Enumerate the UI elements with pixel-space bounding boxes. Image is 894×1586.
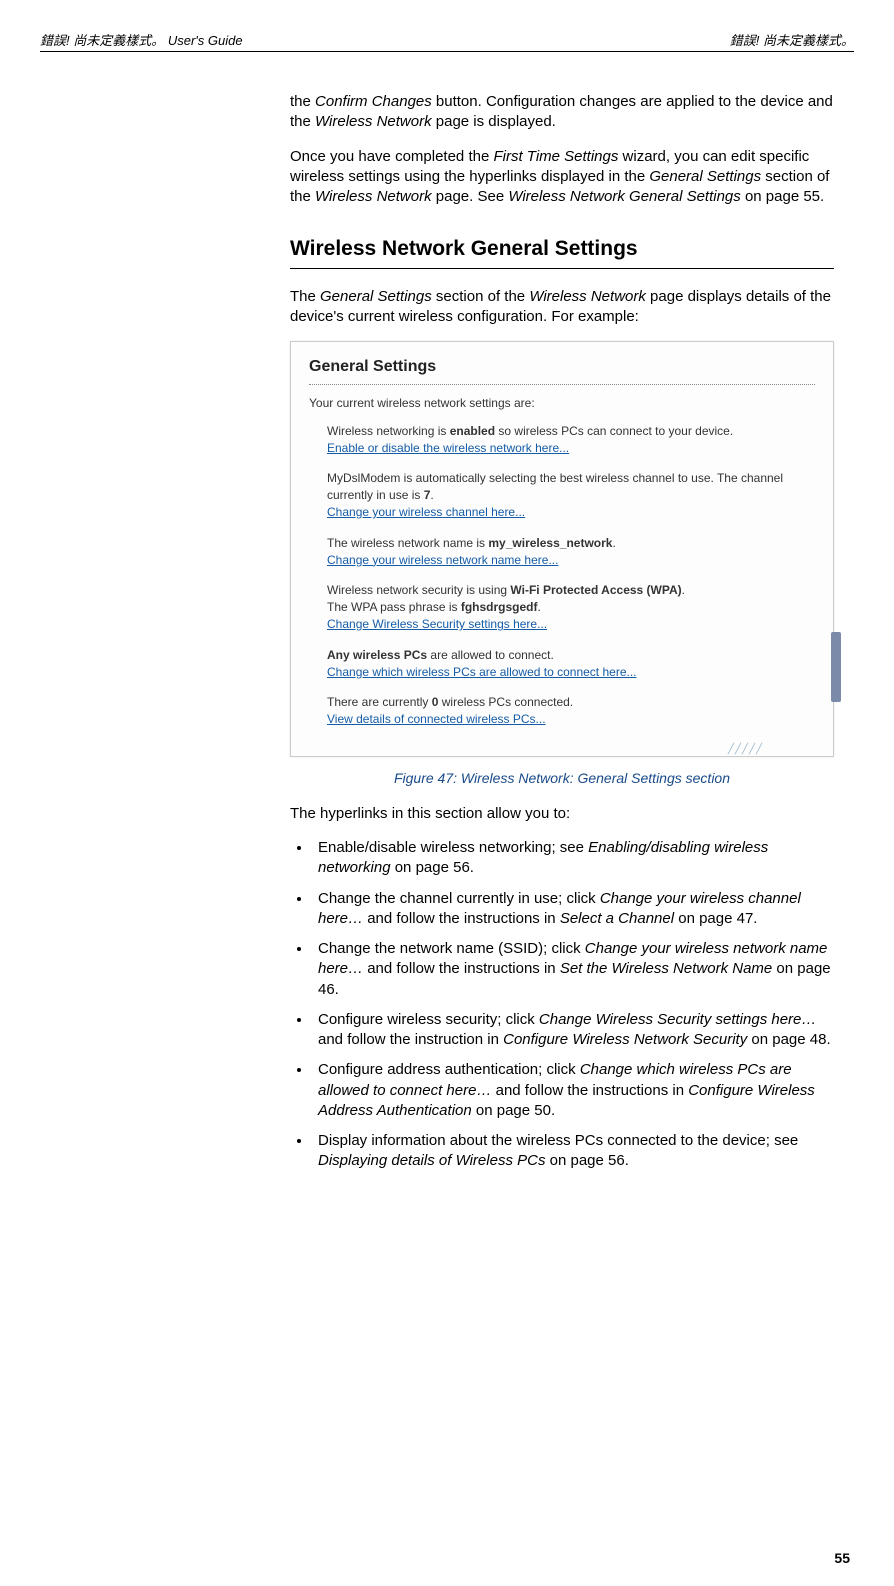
list-item: Display information about the wireless P… [312, 1131, 834, 1172]
text: The wireless network name is [327, 536, 488, 550]
passphrase-value: fghsdrgsgedf [461, 600, 538, 614]
figure-intro-text: Your current wireless network settings a… [309, 395, 815, 411]
section-title: Wireless Network General Settings [290, 235, 834, 268]
bullet-term: Displaying details of Wireless PCs [318, 1152, 545, 1169]
text: page is displayed. [432, 113, 556, 130]
figure-decoration: ╱╱╱╱╱ [728, 743, 763, 757]
header-right: 錯誤! 尚未定義樣式。 [730, 30, 854, 49]
confirm-changes-term: Confirm Changes [315, 93, 432, 110]
text: . [538, 600, 541, 614]
wireless-network-general-settings-term: Wireless Network General Settings [508, 188, 740, 205]
text: and follow the instructions in [363, 960, 560, 977]
text: Enable/disable wireless networking; see [318, 839, 588, 856]
figure-title: General Settings [309, 356, 815, 385]
figure-caption: Figure 47: Wireless Network: General Set… [290, 769, 834, 788]
text: page. See [432, 188, 509, 205]
general-settings-figure: General Settings Your current wireless n… [290, 341, 834, 757]
figure-block-network-name: The wireless network name is my_wireless… [327, 535, 815, 569]
wireless-network-term: Wireless Network [315, 188, 432, 205]
text: The WPA pass phrase is [327, 600, 461, 614]
text: There are currently [327, 695, 432, 709]
text: . [612, 536, 615, 550]
text: on page 47. [674, 910, 757, 927]
text: . [430, 488, 433, 502]
bullet-term: Select a Channel [560, 910, 674, 927]
page: 錯誤! 尚未定義樣式。 User's Guide 錯誤! 尚未定義樣式。 the… [0, 0, 894, 1586]
text: are allowed to connect. [427, 648, 554, 662]
figure-block-connected-pcs: There are currently 0 wireless PCs conne… [327, 694, 815, 728]
text: MyDslModem is automatically selecting th… [327, 471, 783, 502]
text: and follow the instructions in [491, 1082, 688, 1099]
bullet-term: Set the Wireless Network Name [560, 960, 772, 977]
wireless-network-term: Wireless Network [529, 288, 646, 305]
section-intro: The General Settings section of the Wire… [290, 287, 834, 328]
change-security-link[interactable]: Change Wireless Security settings here..… [327, 617, 547, 631]
text: Configure wireless security; click [318, 1011, 539, 1028]
text: and follow the instructions in [363, 910, 560, 927]
bullet-term: Change Wireless Security settings here… [539, 1011, 817, 1028]
figure-block-allowed-pcs: Any wireless PCs are allowed to connect.… [327, 647, 815, 681]
enable-disable-link[interactable]: Enable or disable the wireless network h… [327, 441, 569, 455]
network-name-value: my_wireless_network [488, 536, 612, 550]
header-left: 錯誤! 尚未定義樣式。 User's Guide [40, 30, 243, 49]
allowed-pcs-value: Any wireless PCs [327, 648, 427, 662]
general-settings-term: General Settings [320, 288, 432, 305]
text: on page 56. [391, 859, 474, 876]
main-content: the Confirm Changes button. Configuratio… [290, 92, 834, 1172]
security-type-value: Wi-Fi Protected Access (WPA) [510, 583, 681, 597]
list-item: Change the network name (SSID); click Ch… [312, 939, 834, 1000]
text: Change the channel currently in use; cli… [318, 890, 600, 907]
wireless-network-term: Wireless Network [315, 113, 432, 130]
page-number: 55 [834, 1550, 850, 1566]
intro-paragraph-2: Once you have completed the First Time S… [290, 147, 834, 208]
text: Wireless network security is using [327, 583, 510, 597]
figure-block-channel: MyDslModem is automatically selecting th… [327, 470, 815, 520]
change-allowed-pcs-link[interactable]: Change which wireless PCs are allowed to… [327, 665, 637, 679]
first-time-settings-term: First Time Settings [493, 148, 618, 165]
hyperlinks-intro: The hyperlinks in this section allow you… [290, 804, 834, 824]
change-channel-link[interactable]: Change your wireless channel here... [327, 505, 525, 519]
enabled-value: enabled [450, 424, 495, 438]
text: Display information about the wireless P… [318, 1132, 798, 1149]
list-item: Configure address authentication; click … [312, 1060, 834, 1121]
figure-block-security: Wireless network security is using Wi-Fi… [327, 582, 815, 632]
view-connected-pcs-link[interactable]: View details of connected wireless PCs..… [327, 712, 546, 726]
list-item: Configure wireless security; click Chang… [312, 1010, 834, 1051]
text: wireless PCs connected. [438, 695, 573, 709]
text: Change the network name (SSID); click [318, 940, 585, 957]
change-network-name-link[interactable]: Change your wireless network name here..… [327, 553, 558, 567]
text: the [290, 93, 315, 110]
text: Once you have completed the [290, 148, 493, 165]
bullet-list: Enable/disable wireless networking; see … [290, 838, 834, 1172]
text: on page 50. [472, 1102, 555, 1119]
figure-tab-decoration [831, 632, 841, 702]
text: Configure address authentication; click [318, 1061, 580, 1078]
text: and follow the instruction in [318, 1031, 503, 1048]
text: . [682, 583, 685, 597]
page-header: 錯誤! 尚未定義樣式。 User's Guide 錯誤! 尚未定義樣式。 [40, 30, 854, 52]
text: Wireless networking is [327, 424, 450, 438]
text: The [290, 288, 320, 305]
list-item: Enable/disable wireless networking; see … [312, 838, 834, 879]
text: on page 48. [747, 1031, 830, 1048]
general-settings-term: General Settings [649, 168, 761, 185]
text: on page 55. [741, 188, 824, 205]
bullet-term: Configure Wireless Network Security [503, 1031, 747, 1048]
figure-block-enabled: Wireless networking is enabled so wirele… [327, 423, 815, 457]
text: so wireless PCs can connect to your devi… [495, 424, 733, 438]
text: section of the [432, 288, 530, 305]
list-item: Change the channel currently in use; cli… [312, 889, 834, 930]
intro-paragraph-1: the Confirm Changes button. Configuratio… [290, 92, 834, 133]
text: on page 56. [545, 1152, 628, 1169]
